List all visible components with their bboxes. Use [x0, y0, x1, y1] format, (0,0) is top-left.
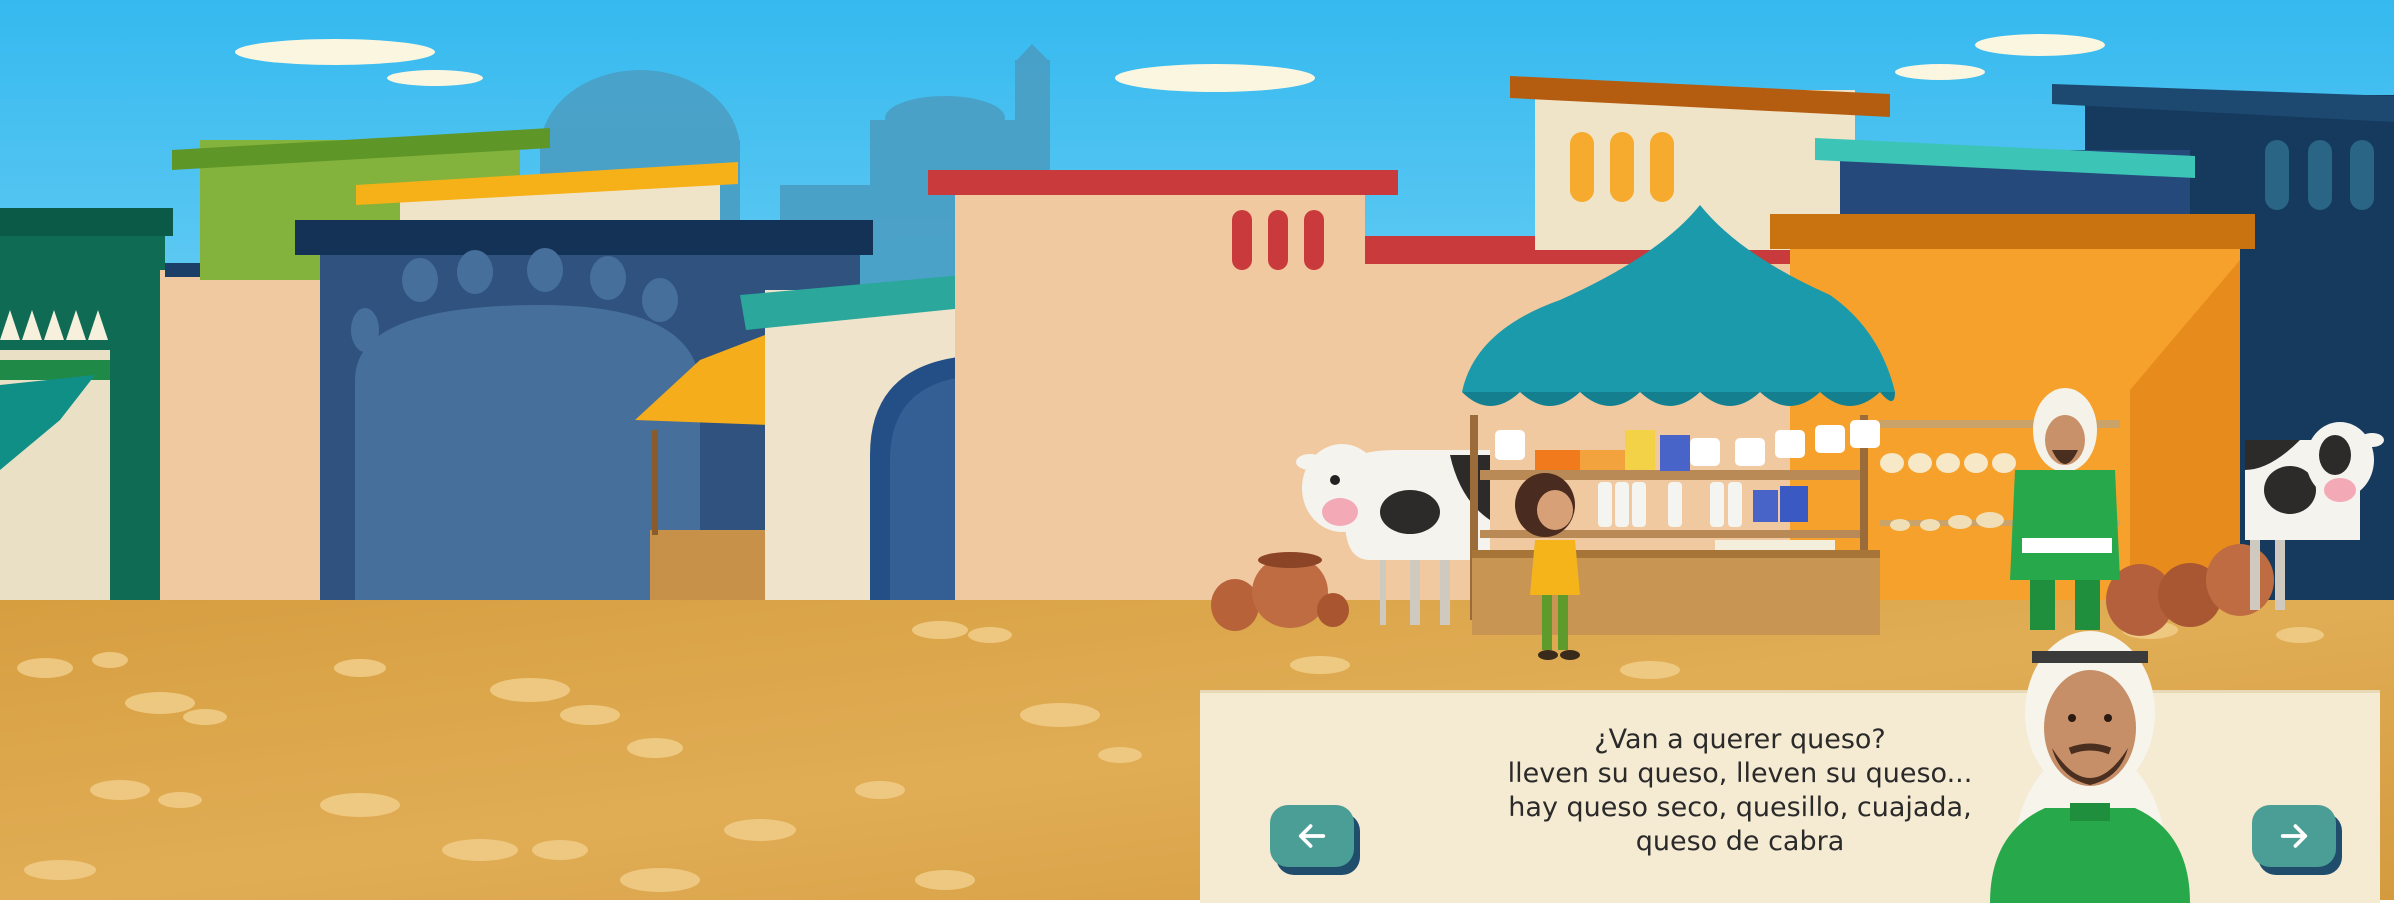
previous-button[interactable]: [1270, 805, 1354, 867]
arrow-left-icon: [1298, 824, 1326, 848]
arrow-right-icon: [2280, 824, 2308, 848]
dialog-line: hay queso seco, quesillo, cuajada,: [1508, 792, 1972, 823]
next-button[interactable]: [2252, 805, 2336, 867]
dialog-line: lleven su queso, lleven su queso...: [1507, 758, 1973, 789]
merchant-portrait: [1990, 631, 2190, 903]
dialog-box: ¿Van a querer queso? lleven su queso, ll…: [1200, 631, 2380, 903]
dialog-line: ¿Van a querer queso?: [1594, 724, 1886, 755]
dialog-line: queso de cabra: [1635, 826, 1845, 857]
dialog-text: ¿Van a querer queso? lleven su queso, ll…: [1430, 723, 2050, 859]
